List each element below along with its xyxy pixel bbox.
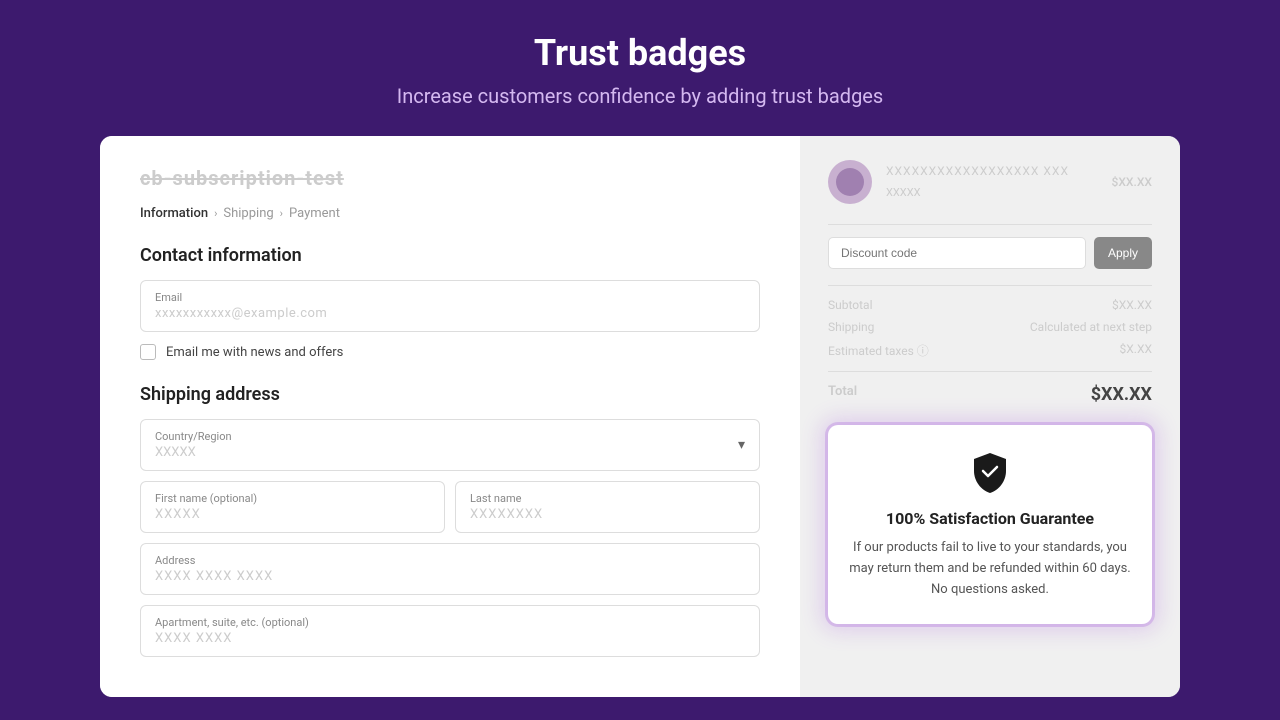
- order-item-details: XXXXXXXXXXXXXXXXXX XXX XXXXX: [886, 164, 1098, 200]
- email-checkbox-label: Email me with news and offers: [166, 345, 343, 360]
- coupon-input[interactable]: [828, 237, 1086, 269]
- order-item-price: $XX.XX: [1112, 175, 1152, 189]
- apt-label: Apartment, suite, etc. (optional): [155, 616, 745, 629]
- coupon-apply-button[interactable]: Apply: [1094, 237, 1152, 269]
- total-row: Total $XX.XX: [828, 384, 1152, 405]
- email-checkbox-row: Email me with news and offers: [140, 344, 760, 360]
- name-row: First name (optional) XXXXX Last name XX…: [140, 481, 760, 533]
- coupon-row: Apply: [828, 237, 1152, 269]
- subtotal-row: Subtotal $XX.XX: [828, 298, 1152, 312]
- subtotal-value: $XX.XX: [1112, 298, 1152, 312]
- address-field[interactable]: Address XXXX XXXX XXXX: [140, 543, 760, 595]
- first-name-field[interactable]: First name (optional) XXXXX: [140, 481, 445, 533]
- divider-1: [828, 224, 1152, 225]
- main-container: cb-subscription-test Information › Shipp…: [0, 136, 1280, 697]
- apt-value: XXXX XXXX: [155, 631, 745, 646]
- address-label: Address: [155, 554, 745, 567]
- trust-badge-title: 100% Satisfaction Guarantee: [848, 509, 1132, 528]
- shipping-row: Shipping Calculated at next step: [828, 320, 1152, 334]
- email-value: xxxxxxxxxxx@example.com: [155, 306, 745, 321]
- trust-badge-text: If our products fail to live to your sta…: [848, 538, 1132, 600]
- country-label: Country/Region: [155, 430, 232, 443]
- page-subtitle: Increase customers confidence by adding …: [20, 84, 1260, 108]
- shipping-label: Shipping: [828, 320, 874, 334]
- first-name-label: First name (optional): [155, 492, 430, 505]
- first-name-value: XXXXX: [155, 507, 430, 522]
- chevron-icon-1: ›: [214, 207, 217, 220]
- email-checkbox[interactable]: [140, 344, 156, 360]
- email-label: Email: [155, 291, 745, 304]
- trust-badge-card: 100% Satisfaction Guarantee If our produ…: [828, 425, 1152, 624]
- order-item-sub: XXXXX: [886, 186, 920, 199]
- shield-icon-wrapper: [848, 449, 1132, 497]
- breadcrumb-payment[interactable]: Payment: [289, 206, 340, 221]
- page-title: Trust badges: [20, 32, 1260, 74]
- shipping-value: Calculated at next step: [1030, 320, 1152, 334]
- breadcrumb-information[interactable]: Information: [140, 206, 208, 221]
- apt-field[interactable]: Apartment, suite, etc. (optional) XXXX X…: [140, 605, 760, 657]
- country-value: XXXXX: [155, 445, 232, 460]
- breadcrumb-shipping[interactable]: Shipping: [223, 206, 273, 221]
- subtotal-label: Subtotal: [828, 298, 873, 312]
- order-item-avatar: [828, 160, 872, 204]
- total-value: $XX.XX: [1091, 384, 1152, 405]
- right-panel: XXXXXXXXXXXXXXXXXX XXX XXXXX $XX.XX Appl…: [800, 136, 1180, 697]
- checkout-wrapper: cb-subscription-test Information › Shipp…: [100, 136, 1180, 697]
- divider-2: [828, 285, 1152, 286]
- chevron-icon-2: ›: [280, 207, 283, 220]
- contact-section-title: Contact information: [140, 245, 760, 266]
- shipping-section-title: Shipping address: [140, 384, 760, 405]
- order-item: XXXXXXXXXXXXXXXXXX XXX XXXXX $XX.XX: [828, 160, 1152, 204]
- taxes-label: Estimated taxes ⓘ: [828, 342, 929, 359]
- total-label: Total: [828, 384, 857, 405]
- last-name-value: XXXXXXXX: [470, 507, 745, 522]
- taxes-value: $X.XX: [1120, 342, 1152, 359]
- last-name-field[interactable]: Last name XXXXXXXX: [455, 481, 760, 533]
- page-header: Trust badges Increase customers confiden…: [0, 0, 1280, 136]
- breadcrumb: Information › Shipping › Payment: [140, 206, 760, 221]
- left-panel: cb-subscription-test Information › Shipp…: [100, 136, 800, 697]
- order-item-name: XXXXXXXXXXXXXXXXXX XXX: [886, 164, 1098, 178]
- last-name-label: Last name: [470, 492, 745, 505]
- divider-3: [828, 371, 1152, 372]
- shield-check-icon: [968, 449, 1012, 493]
- address-value: XXXX XXXX XXXX: [155, 569, 745, 584]
- chevron-down-icon: ▾: [738, 437, 745, 453]
- email-field[interactable]: Email xxxxxxxxxxx@example.com: [140, 280, 760, 332]
- country-region-select[interactable]: Country/Region XXXXX ▾: [140, 419, 760, 471]
- store-name: cb-subscription-test: [140, 166, 760, 190]
- taxes-row: Estimated taxes ⓘ $X.XX: [828, 342, 1152, 359]
